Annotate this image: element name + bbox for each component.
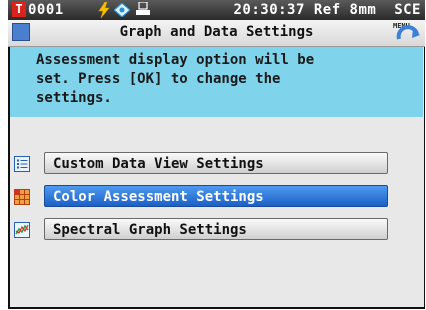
target-id: 0001 (28, 2, 64, 18)
status-bar: T 0001 20:30:37 Ref 8mm SCE (8, 0, 425, 20)
menu-item-spectral-graph[interactable]: Spectral Graph Settings (14, 218, 390, 242)
grid-icon (14, 189, 30, 205)
menu-return-button[interactable]: MENU (393, 22, 421, 44)
custom-data-view-button[interactable]: Custom Data View Settings (44, 152, 388, 174)
menu-item-label: Custom Data View Settings (53, 156, 264, 172)
spectral-graph-button[interactable]: Spectral Graph Settings (44, 218, 388, 240)
sensor-icon (114, 3, 130, 17)
graph-icon (14, 222, 30, 238)
menu-return-icon (396, 25, 420, 40)
target-badge: T (12, 2, 26, 17)
info-message: Assessment display option will be set. P… (10, 47, 423, 117)
list-icon (14, 156, 30, 172)
message-line: settings. (36, 90, 112, 106)
menu-item-color-assessment[interactable]: Color Assessment Settings (14, 185, 390, 209)
message-line: Assessment display option will be (36, 52, 315, 68)
device-icon (136, 2, 150, 15)
time-and-measure-info: 20:30:37 Ref 8mm SCE (233, 2, 421, 18)
color-assessment-button[interactable]: Color Assessment Settings (44, 185, 388, 207)
menu-item-label: Spectral Graph Settings (53, 222, 247, 238)
page-title: Graph and Data Settings (119, 24, 314, 40)
battery-bolt-icon (98, 2, 110, 18)
menu-item-custom-data-view[interactable]: Custom Data View Settings (14, 152, 390, 176)
device-screen: T 0001 20:30:37 Ref 8mm SCE Graph and Da… (0, 0, 426, 310)
title-bar: Graph and Data Settings MENU (8, 20, 425, 47)
message-line: set. Press [OK] to change the (36, 71, 281, 87)
menu-item-label: Color Assessment Settings (53, 189, 264, 205)
